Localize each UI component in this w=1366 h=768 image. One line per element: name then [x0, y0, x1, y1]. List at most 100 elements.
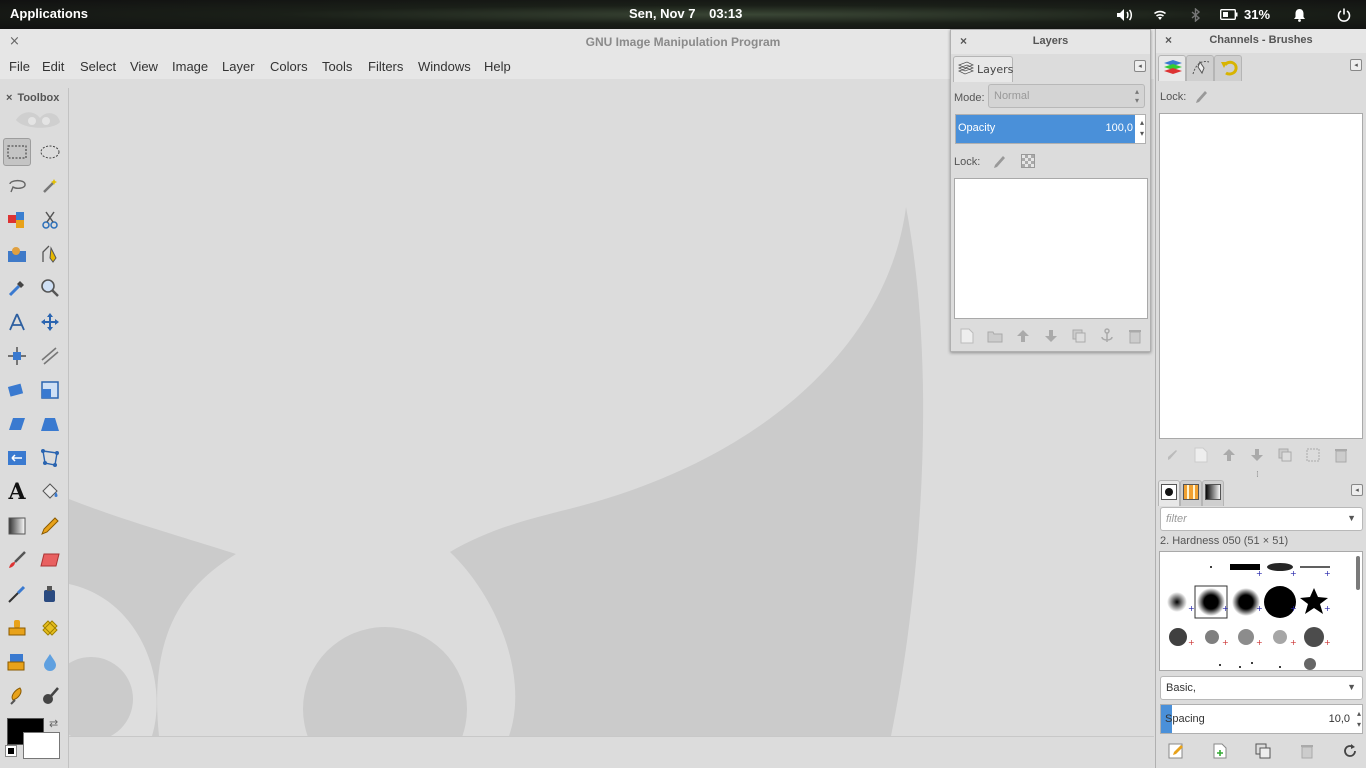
default-colors-icon[interactable] — [5, 745, 17, 757]
tab-patterns[interactable] — [1180, 480, 1202, 506]
color-picker-icon[interactable] — [3, 274, 31, 302]
brush-preset-select[interactable]: Basic, ▼ — [1160, 676, 1363, 700]
brush-grid-scrollbar[interactable] — [1356, 556, 1360, 590]
wifi-icon[interactable] — [1142, 0, 1178, 29]
airbrush-icon[interactable] — [3, 580, 31, 608]
perspective-clone-icon[interactable] — [3, 648, 31, 676]
tab-gradients[interactable] — [1202, 480, 1224, 506]
opacity-spinner[interactable]: Opacity 100,0 ▴ ▾ — [955, 114, 1146, 144]
layers-list[interactable] — [954, 178, 1148, 319]
layers-close-icon[interactable]: × — [960, 34, 967, 48]
new-layer-icon[interactable] — [953, 328, 981, 344]
raise-channel-icon[interactable] — [1215, 448, 1243, 462]
brushes-tab-menu-icon[interactable]: ◂ — [1351, 484, 1363, 496]
menu-help[interactable]: Help — [484, 59, 511, 74]
ellipse-select-icon[interactable] — [36, 138, 64, 166]
notification-bell-icon[interactable] — [1276, 0, 1322, 29]
raise-layer-icon[interactable] — [1009, 329, 1037, 343]
channels-tab-menu-icon[interactable]: ◂ — [1350, 59, 1362, 71]
delete-layer-icon[interactable] — [1121, 329, 1149, 344]
menu-file[interactable]: File — [9, 59, 30, 74]
tab-undo[interactable] — [1214, 55, 1242, 81]
swap-colors-icon[interactable]: ⇄ — [49, 717, 58, 730]
edit-brush-icon[interactable] — [1162, 743, 1190, 759]
text-icon[interactable]: A — [3, 478, 31, 506]
blur-sharpen-icon[interactable] — [36, 648, 64, 676]
eraser-icon[interactable] — [36, 546, 64, 574]
brush-grid[interactable]: + + + + + + + + + + + + + — [1159, 551, 1363, 671]
perspective-icon[interactable] — [36, 410, 64, 438]
edit-channel-icon[interactable] — [1159, 448, 1187, 462]
select-by-color-icon[interactable] — [3, 206, 31, 234]
battery-indicator[interactable]: 31% — [1214, 0, 1276, 29]
delete-channel-icon[interactable] — [1327, 448, 1355, 463]
flip-icon[interactable] — [3, 444, 31, 472]
filter-dropdown-icon[interactable]: ▼ — [1347, 513, 1356, 523]
power-icon[interactable] — [1322, 0, 1366, 29]
background-color-swatch[interactable] — [23, 732, 60, 759]
toolbox-close-icon[interactable]: × — [6, 92, 12, 104]
paintbrush-icon[interactable] — [3, 546, 31, 574]
tab-layers[interactable]: Layers — [953, 56, 1013, 82]
duplicate-layer-icon[interactable] — [1065, 329, 1093, 343]
ink-icon[interactable] — [36, 580, 64, 608]
channels-close-icon[interactable]: × — [1165, 33, 1172, 47]
clock[interactable]: Sen, Nov 7 03:13 — [629, 6, 752, 21]
pencil-icon[interactable] — [36, 512, 64, 540]
channels-lock-pixels-icon[interactable] — [1193, 89, 1209, 108]
mode-select[interactable]: Normal ▴ ▾ — [988, 84, 1145, 108]
menu-view[interactable]: View — [130, 59, 158, 74]
lock-alpha-icon[interactable] — [1021, 154, 1035, 168]
opacity-stepper-icon[interactable]: ▴ ▾ — [1140, 117, 1144, 139]
duplicate-brush-icon[interactable] — [1249, 743, 1277, 759]
tab-paths[interactable] — [1186, 55, 1214, 81]
crop-icon[interactable] — [36, 342, 64, 370]
spacing-stepper-icon[interactable]: ▴ ▾ — [1357, 708, 1361, 730]
smudge-icon[interactable] — [3, 682, 31, 710]
volume-icon[interactable] — [1108, 0, 1142, 29]
magic-wand-icon[interactable] — [36, 172, 64, 200]
tab-brushes[interactable] — [1158, 480, 1180, 506]
menu-layer[interactable]: Layer — [222, 59, 255, 74]
menu-filters[interactable]: Filters — [368, 59, 403, 74]
channel-to-selection-icon[interactable] — [1299, 448, 1327, 462]
zoom-icon[interactable] — [36, 274, 64, 302]
move-icon[interactable] — [36, 308, 64, 336]
scissors-icon[interactable] — [36, 206, 64, 234]
rect-select-icon[interactable] — [3, 138, 31, 166]
shear-icon[interactable] — [3, 410, 31, 438]
dodge-burn-icon[interactable] — [36, 682, 64, 710]
lower-channel-icon[interactable] — [1243, 448, 1271, 462]
tab-channels[interactable] — [1158, 55, 1186, 81]
foreground-select-icon[interactable] — [3, 240, 31, 268]
bucket-fill-icon[interactable] — [36, 478, 64, 506]
menu-windows[interactable]: Windows — [418, 59, 471, 74]
new-brush-icon[interactable] — [1206, 743, 1234, 759]
applications-menu[interactable]: Applications — [10, 6, 88, 21]
spacing-spinner[interactable]: Spacing 10,0 ▴ ▾ — [1160, 704, 1363, 734]
channels-list[interactable] — [1159, 113, 1363, 439]
lock-pixels-icon[interactable] — [991, 154, 1007, 173]
rotate-icon[interactable] — [3, 376, 31, 404]
blend-icon[interactable] — [3, 512, 31, 540]
anchor-layer-icon[interactable] — [1093, 328, 1121, 344]
layers-tab-menu-icon[interactable]: ◂ — [1134, 60, 1146, 72]
new-channel-icon[interactable] — [1187, 447, 1215, 463]
menu-select[interactable]: Select — [80, 59, 116, 74]
refresh-brushes-icon[interactable] — [1336, 743, 1364, 759]
cage-transform-icon[interactable] — [36, 444, 64, 472]
brush-filter-input[interactable]: filter ▼ — [1160, 507, 1363, 531]
align-icon[interactable] — [3, 342, 31, 370]
bluetooth-icon[interactable] — [1178, 0, 1214, 29]
menu-colors[interactable]: Colors — [270, 59, 308, 74]
heal-icon[interactable] — [36, 614, 64, 642]
new-layer-group-icon[interactable] — [981, 329, 1009, 343]
lasso-icon[interactable] — [3, 172, 31, 200]
duplicate-channel-icon[interactable] — [1271, 448, 1299, 462]
menu-edit[interactable]: Edit — [42, 59, 64, 74]
scale-icon[interactable] — [36, 376, 64, 404]
delete-brush-icon[interactable] — [1293, 744, 1321, 759]
clone-icon[interactable] — [3, 614, 31, 642]
lower-layer-icon[interactable] — [1037, 329, 1065, 343]
paths-icon[interactable] — [36, 240, 64, 268]
